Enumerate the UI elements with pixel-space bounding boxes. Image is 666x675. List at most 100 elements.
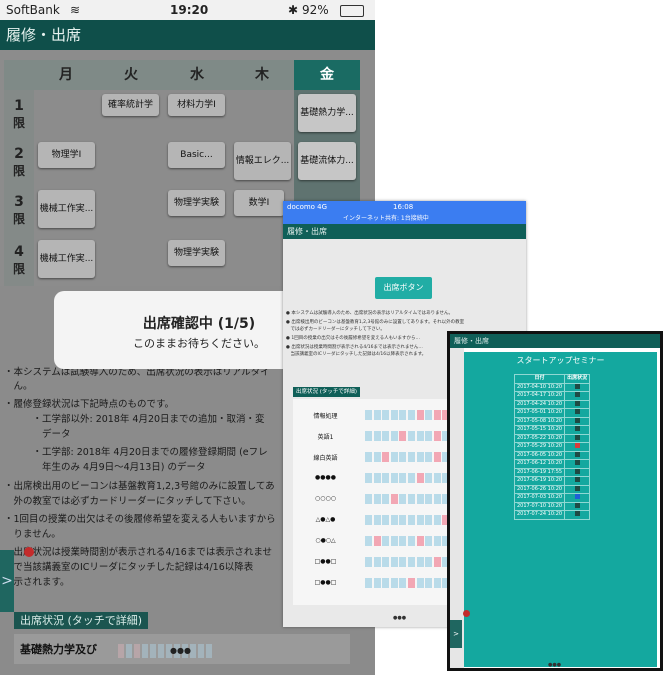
note-line: ・出席検出用のビーコンは基盤教育1,2,3号館のみに設置してあ <box>4 481 275 492</box>
attendance-cell <box>433 473 441 483</box>
clock: 16:08 <box>393 203 414 211</box>
period-3: 3限 <box>4 186 34 236</box>
date-cell: 2017-05-29 10:20 <box>513 442 566 452</box>
note-line: ・履修登録状況は下記時点のものです。 <box>4 399 175 410</box>
attendance-cell <box>433 452 441 462</box>
attendance-cell <box>373 557 381 567</box>
course-row-label[interactable]: ○○○○ <box>293 495 358 502</box>
attendance-cell <box>399 515 407 525</box>
status-cell <box>564 510 591 520</box>
course-p2-thu[interactable]: 情報エレク... <box>234 142 291 180</box>
attend-button[interactable]: 出席ボタン <box>375 277 432 299</box>
course-p3-thu[interactable]: 数学I <box>234 190 284 216</box>
attendance-row[interactable]: 基礎熱力学及び ●●● <box>14 634 350 664</box>
side-drawer-tab[interactable]: > <box>450 620 462 648</box>
note-line: ・工学部以外: 2018年 4月20日までの追加・取消・変 <box>4 414 265 425</box>
course-p2-fri[interactable]: 基礎流体力... <box>298 142 356 180</box>
tethering-label: インターネット共有: 1台接続中 <box>343 215 429 222</box>
attendance-cell <box>373 515 381 525</box>
attendance-cell <box>416 452 424 462</box>
attendance-cell <box>433 515 441 525</box>
status-square-icon <box>574 494 580 499</box>
course-p4-wed[interactable]: 物理学実験 <box>168 240 225 266</box>
course-p1-tue[interactable]: 確率統計学 <box>102 94 159 116</box>
course-row-label[interactable]: 情報処理 <box>293 411 358 420</box>
attendance-section-label: 出席状況 (タッチで詳細) <box>14 612 149 629</box>
attendance-cell <box>365 494 372 504</box>
status-cell <box>564 391 591 401</box>
attendance-cell <box>382 431 390 441</box>
attendance-cell <box>365 536 372 546</box>
attendance-cell <box>425 452 433 462</box>
date-cell: 2017-04-17 10:20 <box>513 391 566 401</box>
course-p2-mon[interactable]: 物理学I <box>38 142 95 168</box>
date-cell: 2017-05-15 10:20 <box>513 425 566 435</box>
status-cell <box>564 399 591 409</box>
course-row-label[interactable]: □●●□ <box>293 558 358 565</box>
course-row-label[interactable]: ○●○△ <box>293 537 358 544</box>
course-p1-fri[interactable]: 基礎熱力学... <box>298 94 356 132</box>
attendance-cell <box>399 473 407 483</box>
date-cell: 2017-07-10 10:20 <box>513 501 566 511</box>
status-square-icon <box>574 409 580 414</box>
table-row: 2017-06-19 10:20 <box>513 476 591 486</box>
table-row: 2017-04-10 10:20 <box>513 382 591 392</box>
wifi-icon: ≋ <box>70 3 81 17</box>
attendance-cell <box>433 536 441 546</box>
side-drawer-tab[interactable]: > <box>0 550 14 612</box>
attendance-cell <box>373 431 381 441</box>
attendance-cell <box>416 410 424 420</box>
table-row: 2017-06-26 10:20 <box>513 484 591 494</box>
table-row: 2017-05-22 10:20 <box>513 433 591 443</box>
course-p4-mon[interactable]: 機械工作実... <box>38 240 95 278</box>
status-cell <box>564 459 591 469</box>
status-cell <box>564 416 591 426</box>
attendance-cells <box>118 644 348 658</box>
attendance-cell <box>425 494 433 504</box>
attendance-cell <box>373 578 381 588</box>
attendance-cell <box>408 515 415 525</box>
period-4: 4限 <box>4 236 34 286</box>
course-p2-wed[interactable]: Basic... <box>168 142 225 168</box>
date-cell: 2017-06-12 10:20 <box>513 459 566 469</box>
attendance-cell <box>390 578 398 588</box>
table-row: 2017-05-29 10:20 <box>513 442 591 452</box>
course-row-label[interactable]: △●△● <box>293 516 358 523</box>
col-status: 出席状況 <box>564 374 591 384</box>
attendance-cell <box>408 473 415 483</box>
course-row-label[interactable]: 英語1 <box>293 432 358 441</box>
table-row: 2017-05-01 10:20 <box>513 408 591 418</box>
course-row-label[interactable]: 線白英語 <box>293 453 358 462</box>
note-line: ・工学部: 2018年 4月20日までの履修登録期間 (eフレ <box>4 447 268 458</box>
attendance-cell <box>382 536 390 546</box>
course-row-label[interactable]: □●●□ <box>293 579 358 586</box>
attendance-cell <box>425 557 433 567</box>
attendance-cell <box>390 431 398 441</box>
status-bar: SoftBank ≋ 19:20 ✱ 92% <box>0 0 375 20</box>
table-row: 2017-07-03 10:20 <box>513 493 591 503</box>
carrier-label: SoftBank <box>6 3 60 17</box>
course-p3-mon[interactable]: 機械工作実... <box>38 190 95 228</box>
status-cell <box>564 450 591 460</box>
table-row: 2017-07-10 10:20 <box>513 501 591 511</box>
detail-modal: スタートアップセミナー 日付 出席状況 2017-04-10 10:20 2017… <box>464 352 657 667</box>
attendance-cell <box>390 557 398 567</box>
date-cell: 2017-04-10 10:20 <box>513 382 566 392</box>
bluetooth-icon: ✱ <box>288 3 299 17</box>
attendance-cell <box>399 431 407 441</box>
note-line: りません。 <box>4 529 61 540</box>
attendance-cell <box>365 578 372 588</box>
attendance-cell <box>408 578 415 588</box>
note-line: 外の教室では必ずカードリーダーにタッチして下さい。 <box>4 496 251 507</box>
course-p1-wed[interactable]: 材料力学I <box>168 94 225 116</box>
attendance-cell <box>408 536 415 546</box>
attendance-cell <box>425 410 433 420</box>
date-cell: 2017-05-08 10:20 <box>513 416 566 426</box>
note-line: で当該講義室のICリーダにタッチした記録は4/16以降表 <box>4 562 254 573</box>
attendance-cell <box>433 557 441 567</box>
day-header-thu: 木 <box>230 60 294 90</box>
date-cell: 2017-05-22 10:20 <box>513 433 566 443</box>
course-row-label[interactable]: ●●●● <box>293 474 358 481</box>
course-p3-wed[interactable]: 物理学実験 <box>168 190 225 216</box>
attendance-cell <box>416 536 424 546</box>
